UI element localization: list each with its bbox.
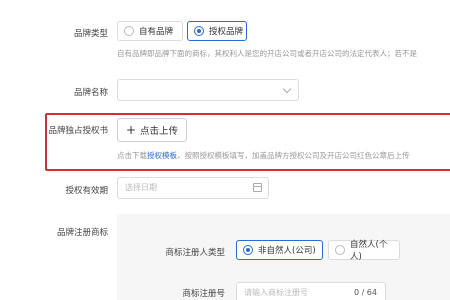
authorized-brand-option[interactable]: 授权品牌: [187, 21, 247, 41]
own-brand-option-label: 自有品牌: [139, 27, 174, 37]
brand-name-label: 品牌名称: [73, 88, 108, 98]
non-natural-person-label: 非自然人(公司): [258, 246, 316, 256]
non-natural-person-option[interactable]: 非自然人(公司): [236, 240, 323, 260]
own-brand-option[interactable]: 自有品牌: [117, 21, 183, 41]
trademark-label: 品牌注册商标: [56, 228, 108, 238]
registration-no-label: 商标注册号: [182, 289, 225, 299]
highlight-box: [45, 113, 450, 171]
valid-period-label: 授权有效期: [65, 186, 108, 196]
radio-unchecked-icon: [335, 245, 345, 255]
natural-person-option[interactable]: 自然人(个人): [328, 240, 400, 262]
calendar-icon: [253, 183, 262, 192]
trademark-panel: 商标注册人类型 非自然人(公司) 自然人(个人) 商标注册号 请输入商标注册号 …: [117, 214, 450, 300]
registration-no-placeholder: 请输入商标注册号: [244, 288, 308, 297]
char-counter: 0 / 64: [353, 288, 377, 297]
radio-checked-icon: [243, 245, 253, 255]
radio-checked-icon: [194, 26, 204, 36]
brand-type-hint: 自有品牌即品牌下面的商标，其权利人是您的开店公司或者开店公司的法定代表人；若不是: [117, 49, 417, 58]
authorized-brand-option-label: 授权品牌: [209, 27, 244, 37]
chevron-down-icon: [282, 84, 292, 94]
brand-name-select[interactable]: [117, 79, 299, 101]
registration-no-input[interactable]: 请输入商标注册号 0 / 64: [236, 282, 386, 300]
natural-person-label: 自然人(个人): [350, 240, 388, 262]
brand-type-label: 品牌类型: [73, 29, 108, 39]
date-placeholder: 选择日期: [125, 183, 157, 192]
registrant-type-label: 商标注册人类型: [165, 248, 225, 258]
date-picker[interactable]: 选择日期: [117, 177, 269, 199]
radio-unchecked-icon: [124, 26, 134, 36]
